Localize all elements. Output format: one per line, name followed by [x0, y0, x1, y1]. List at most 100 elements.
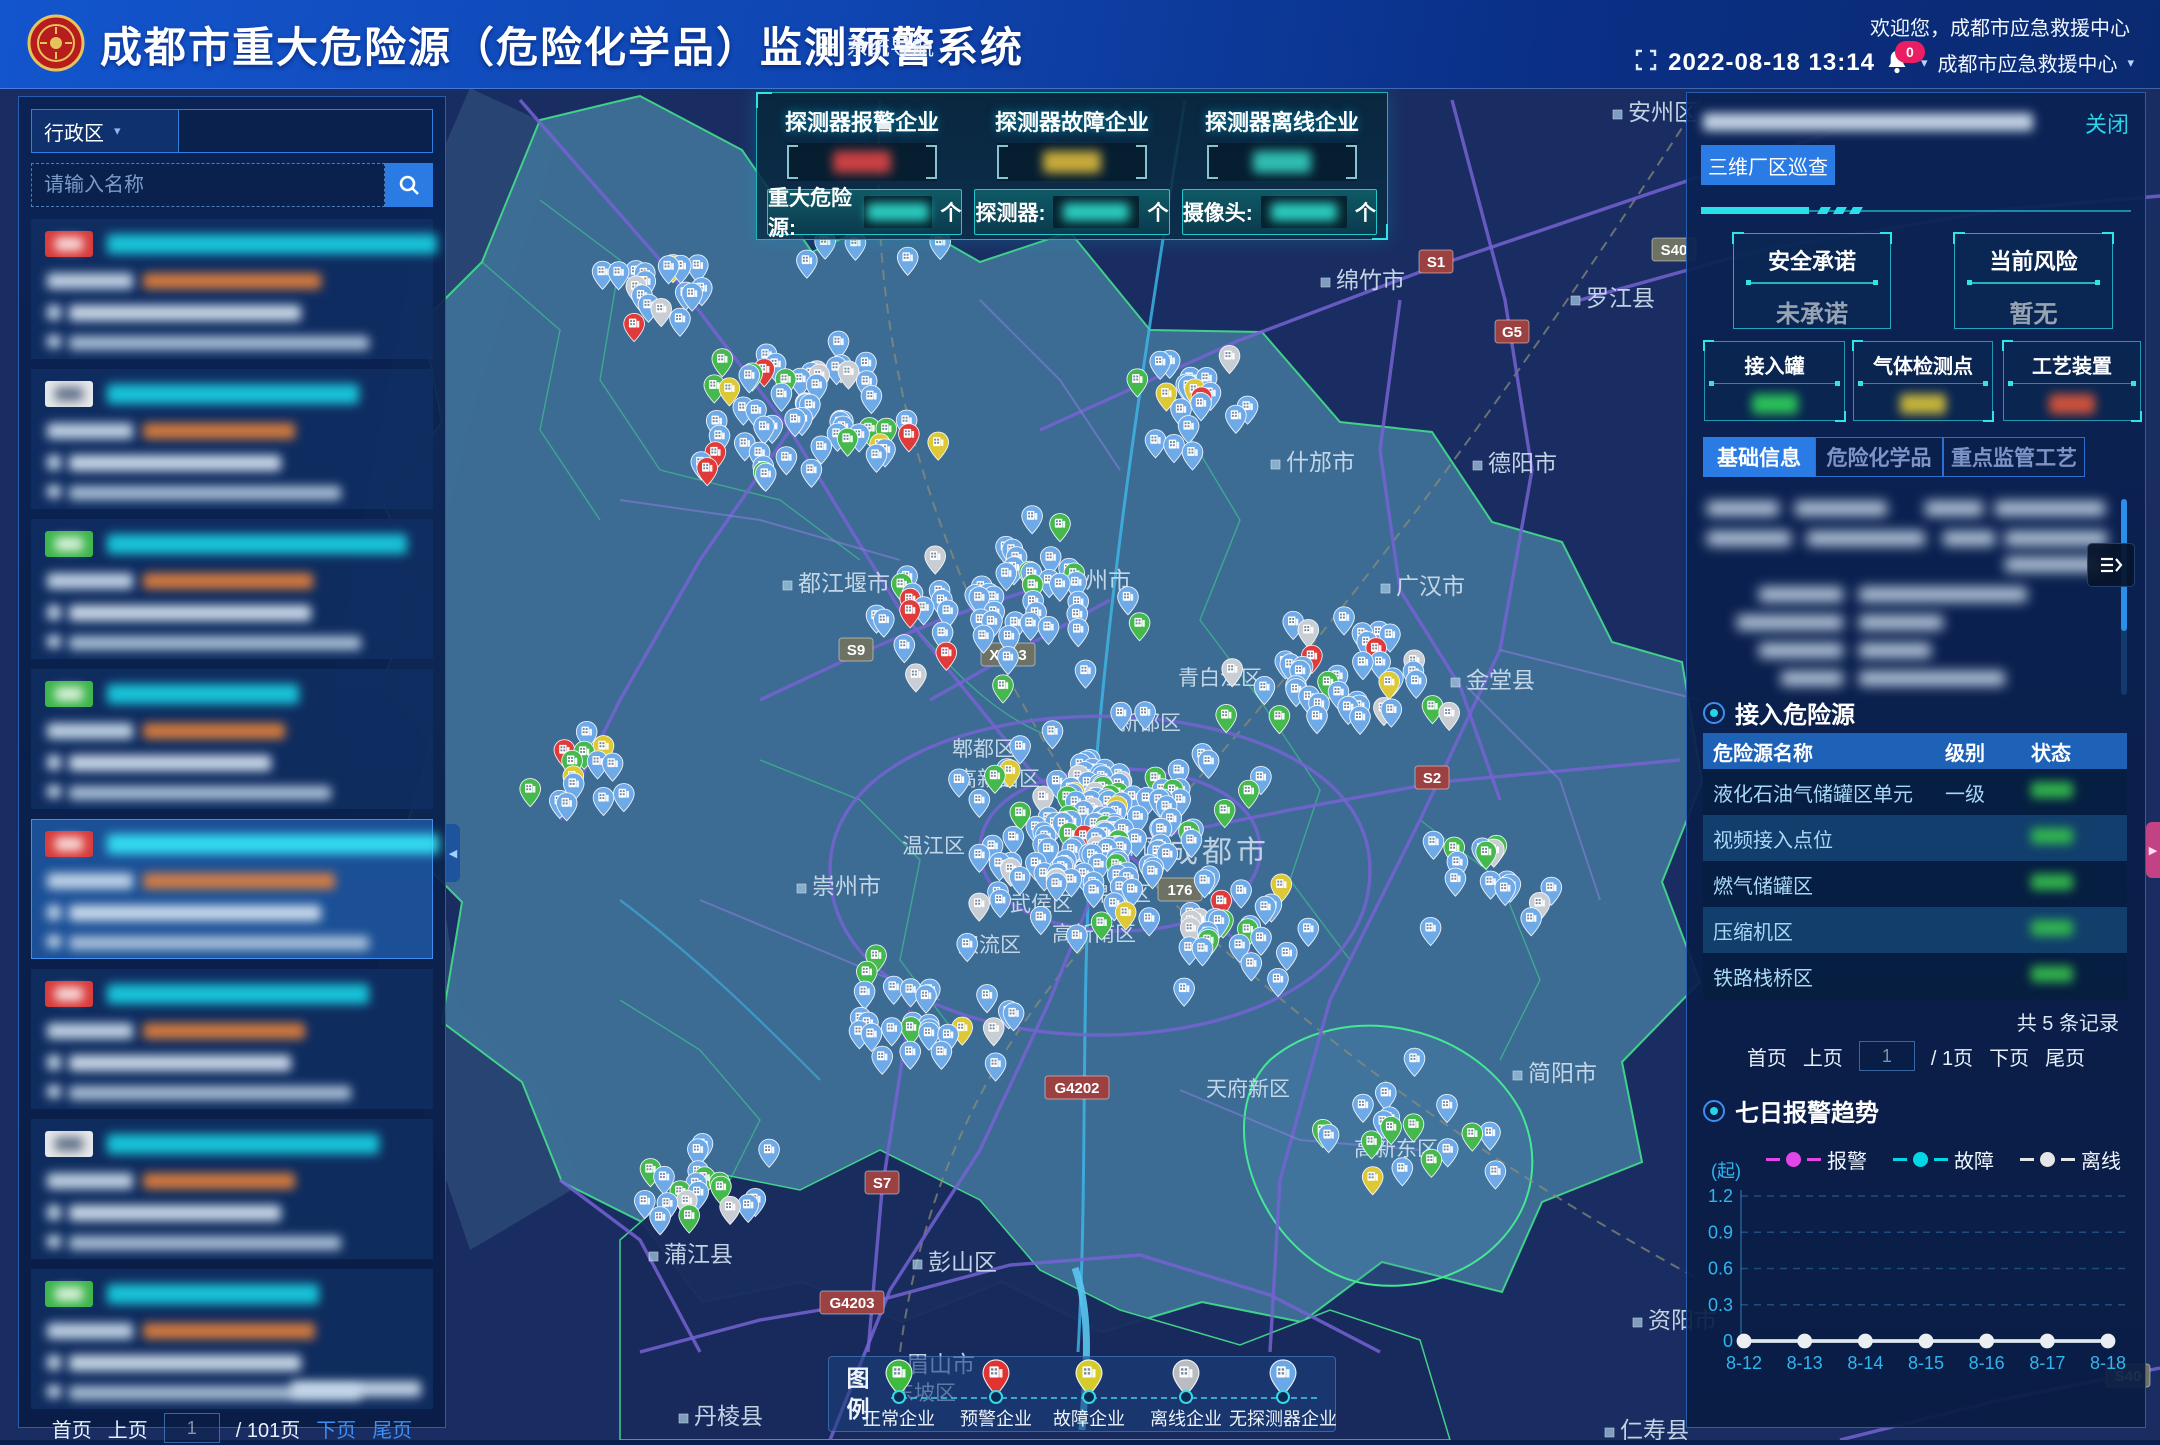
header: 成都市重大危险源（危险化学品）监测预警系统 系统导航 欢迎您，成都市应急救援中心…: [0, 0, 2160, 89]
left-panel-collapse-handle[interactable]: ◀: [446, 824, 460, 882]
tab-key-supervised-process[interactable]: 重点监管工艺: [1943, 437, 2085, 477]
location-icon: [47, 785, 61, 798]
enterprise-list-item[interactable]: [31, 219, 433, 359]
risk-level-redacted: [143, 273, 321, 289]
map-city-label: 温江区: [902, 835, 965, 858]
enterprise-list-item[interactable]: [31, 819, 433, 959]
right-panel-collapse-handle[interactable]: ▶: [2146, 822, 2160, 878]
risk-level-redacted: [143, 573, 313, 589]
person-icon: [47, 755, 61, 770]
district-select-label: 行政区: [44, 117, 104, 146]
hazard-table-row[interactable]: 燃气储罐区: [1703, 861, 2127, 907]
tab-hazardous-chemicals[interactable]: 危险化学品: [1815, 437, 1943, 477]
search-input[interactable]: [31, 163, 385, 207]
contact-redacted: [69, 455, 281, 471]
table-header: 危险源名称 级别 状态: [1703, 733, 2127, 769]
map-city-label: 简阳市: [1528, 1060, 1597, 1086]
search-button[interactable]: [385, 163, 433, 207]
enterprise-name-redacted: [107, 1284, 319, 1304]
road-badge: S2: [1415, 766, 1449, 789]
district-filter-input[interactable]: [179, 109, 433, 153]
page-prev-button[interactable]: 上页: [1803, 1042, 1843, 1071]
svg-text:G4203: G4203: [829, 1295, 874, 1312]
enterprise-list-item[interactable]: [31, 1119, 433, 1259]
hazard-table-row[interactable]: 视频接入点位: [1703, 815, 2127, 861]
page-prev-button[interactable]: 上页: [108, 1414, 148, 1443]
risk-level-redacted: [143, 1323, 315, 1339]
enterprise-title-redacted: [1703, 113, 2033, 131]
address-redacted: [69, 786, 331, 800]
page-next-button[interactable]: 下页: [1989, 1042, 2029, 1071]
risk-level-redacted: [143, 873, 335, 889]
page-next-button[interactable]: 下页: [316, 1414, 356, 1443]
plant-3d-tour-button[interactable]: 三维厂区巡查: [1701, 145, 1835, 185]
page-first-button[interactable]: 首页: [1747, 1042, 1787, 1071]
map-city-label: 都江堰市: [798, 570, 890, 596]
gas-detection-points-box: 气体检测点: [1853, 341, 1993, 421]
list-pagination: 首页 上页 / 101页 下页 尾页: [19, 1413, 445, 1443]
nav-system-menu[interactable]: 系统导航: [818, 30, 934, 62]
record-count: 共 5 条记录: [2017, 1007, 2119, 1036]
expand-info-button[interactable]: [2087, 543, 2135, 587]
stat-alarm-value: [787, 143, 937, 181]
address-redacted: [69, 1086, 351, 1100]
status-redacted: [2031, 874, 2073, 890]
total-hazard-sources: 重大危险源: 个: [767, 189, 962, 235]
page-last-button[interactable]: 尾页: [372, 1414, 412, 1443]
safety-commitment-value: 未承诺: [1734, 294, 1890, 329]
hazard-table-row[interactable]: 铁路栈桥区: [1703, 953, 2127, 999]
road-badge: G5: [1495, 320, 1529, 343]
status-badge: [45, 231, 93, 257]
user-org-menu[interactable]: 成都市应急救援中心: [1937, 48, 2117, 77]
enterprise-list-item[interactable]: [31, 519, 433, 659]
status-badge: [45, 1131, 93, 1157]
page-number-input[interactable]: [164, 1413, 220, 1443]
enterprise-name-redacted: [107, 384, 359, 404]
person-icon: [47, 455, 61, 470]
person-icon: [47, 305, 61, 320]
detail-tabs: 基础信息 危险化学品 重点监管工艺: [1703, 437, 2085, 477]
contact-redacted: [69, 305, 301, 321]
location-icon: [47, 935, 61, 948]
enterprise-list-item[interactable]: [31, 369, 433, 509]
svg-text:8-15: 8-15: [1908, 1353, 1944, 1373]
status-redacted: [2031, 828, 2073, 844]
close-panel-button[interactable]: 关闭: [2085, 107, 2129, 139]
page-total: / 101页: [236, 1414, 300, 1443]
status-badge: [45, 981, 93, 1007]
page-first-button[interactable]: 首页: [52, 1414, 92, 1443]
district-select[interactable]: 行政区 ▾: [31, 109, 179, 153]
hazard-table-row[interactable]: 压缩机区: [1703, 907, 2127, 953]
grid-icon: [818, 36, 838, 56]
page-last-button[interactable]: 尾页: [2045, 1042, 2085, 1071]
hazard-table-row[interactable]: 液化石油气储罐区单元一级: [1703, 769, 2127, 815]
enterprise-list-item[interactable]: [31, 969, 433, 1109]
map-city-label: 彭山区: [928, 1249, 997, 1275]
location-icon: [47, 485, 61, 498]
svg-text:8-14: 8-14: [1847, 1353, 1883, 1373]
map-city-label: 罗江县: [1586, 285, 1655, 311]
person-icon: [47, 1355, 61, 1370]
enterprise-detail-panel: 关闭 三维厂区巡查 安全承诺 未承诺 当前风险 暂无 接入罐 气体检测点 工艺装…: [1686, 92, 2146, 1428]
address-redacted: [69, 936, 369, 950]
svg-text:8-17: 8-17: [2029, 1353, 2065, 1373]
map-city-label: 绵竹市: [1336, 267, 1405, 293]
page-number-input[interactable]: [1859, 1041, 1915, 1071]
enterprise-list-item[interactable]: [31, 669, 433, 809]
svg-text:8-13: 8-13: [1787, 1353, 1823, 1373]
map-city-label: 广汉市: [1396, 573, 1465, 599]
svg-text:1.2: 1.2: [1708, 1186, 1733, 1206]
map-city-label: 天府新区: [1206, 1078, 1290, 1101]
chevron-down-icon[interactable]: ▾: [2127, 55, 2134, 71]
person-icon: [47, 1205, 61, 1220]
road-badge: G4202: [1045, 1076, 1109, 1099]
enterprise-name-redacted: [107, 684, 299, 704]
tab-basic-info[interactable]: 基础信息: [1703, 437, 1815, 477]
notification-bell-icon[interactable]: 0: [1885, 49, 1911, 77]
svg-text:0: 0: [1723, 1331, 1733, 1351]
total-detectors: 探测器: 个: [974, 189, 1169, 235]
location-icon: [47, 1085, 61, 1098]
page-total: / 1页: [1931, 1042, 1973, 1071]
map-city-label: 蒲江县: [664, 1241, 733, 1267]
fullscreen-button[interactable]: [1634, 48, 1658, 77]
